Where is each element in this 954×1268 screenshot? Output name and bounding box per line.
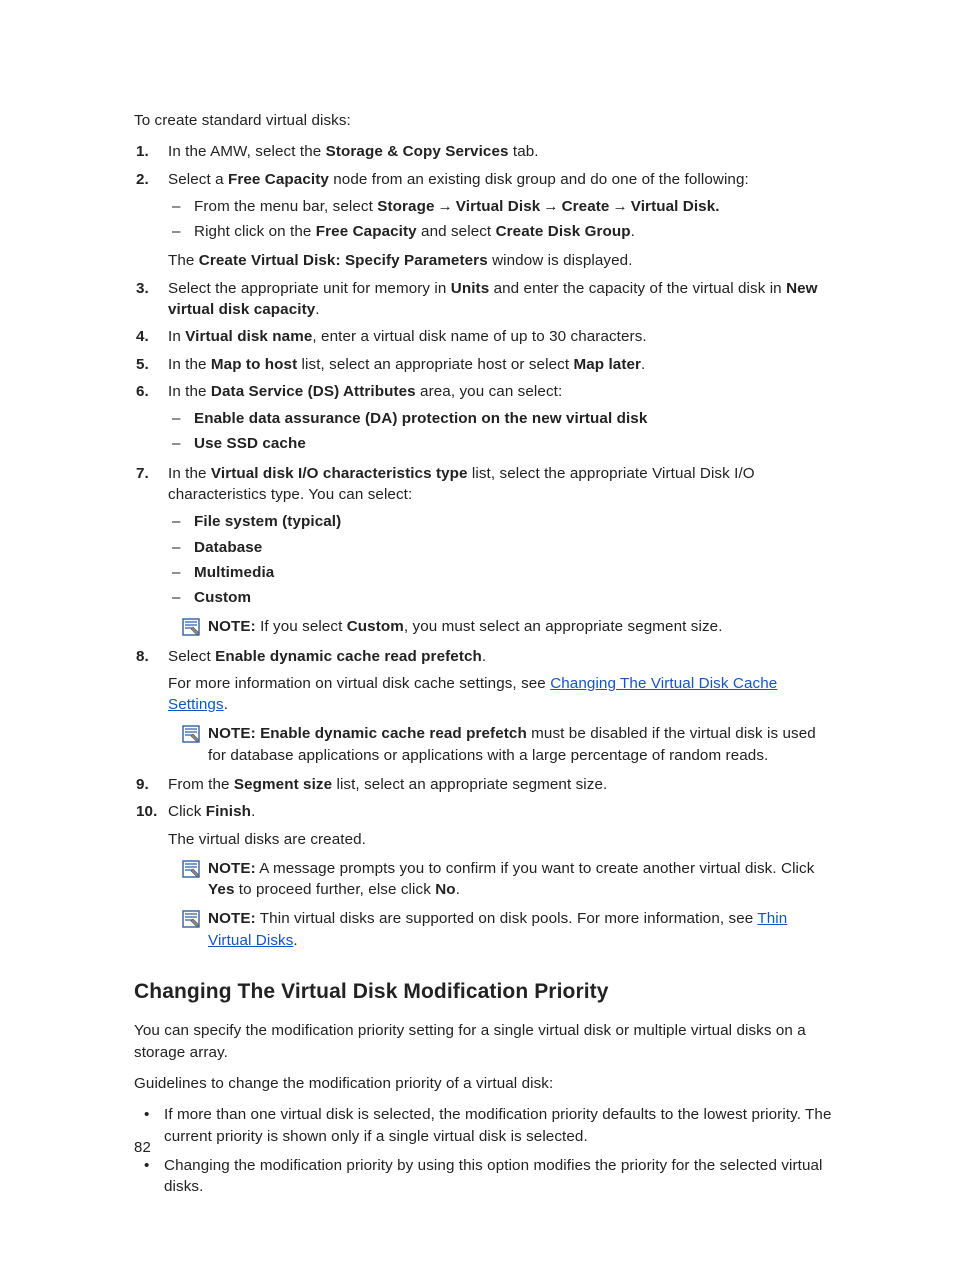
arrow-icon: → (435, 198, 456, 215)
step-2-option-2: Right click on the Free Capacity and sel… (190, 221, 834, 242)
note-block: NOTE: If you select Custom, you must sel… (182, 616, 834, 637)
step-4: In Virtual disk name, enter a virtual di… (164, 326, 834, 347)
step-6-options: Enable data assurance (DA) protection on… (168, 408, 834, 455)
section2-p2: Guidelines to change the modification pr… (134, 1073, 834, 1094)
ordered-steps: In the AMW, select the Storage & Copy Se… (134, 141, 834, 951)
note-block: NOTE: Enable dynamic cache read prefetch… (182, 723, 834, 766)
step-2-options: From the menu bar, select Storage→Virtua… (168, 196, 834, 243)
arrow-icon: → (540, 198, 561, 215)
note-block: NOTE: Thin virtual disks are supported o… (182, 908, 834, 951)
step-8-line2: For more information on virtual disk cac… (168, 673, 834, 716)
note-block: NOTE: A message prompts you to confirm i… (182, 858, 834, 901)
step-10-line2: The virtual disks are created. (168, 829, 834, 850)
page-number: 82 (134, 1137, 151, 1158)
step-6-option-1: Enable data assurance (DA) protection on… (190, 408, 834, 429)
step-10: Click Finish. The virtual disks are crea… (164, 801, 834, 951)
section2-p1: You can specify the modification priorit… (134, 1020, 834, 1063)
section-heading: Changing The Virtual Disk Modification P… (134, 977, 834, 1006)
step-7-options: File system (typical) Database Multimedi… (168, 511, 834, 608)
step-7-option-3: Multimedia (190, 562, 834, 583)
section2-bullets: If more than one virtual disk is selecte… (134, 1104, 834, 1197)
step-7-option-4: Custom (190, 587, 834, 608)
step-2-result: The Create Virtual Disk: Specify Paramet… (168, 250, 834, 271)
step-6-option-2: Use SSD cache (190, 433, 834, 454)
note-icon (182, 725, 200, 743)
step-7-option-1: File system (typical) (190, 511, 834, 532)
step-3: Select the appropriate unit for memory i… (164, 278, 834, 321)
intro-paragraph: To create standard virtual disks: (134, 110, 834, 131)
step-8: Select Enable dynamic cache read prefetc… (164, 646, 834, 766)
arrow-icon: → (609, 198, 630, 215)
step-5: In the Map to host list, select an appro… (164, 354, 834, 375)
note-icon (182, 910, 200, 928)
document-page: To create standard virtual disks: In the… (0, 0, 954, 1268)
step-9: From the Segment size list, select an ap… (164, 774, 834, 795)
step-7: In the Virtual disk I/O characteristics … (164, 463, 834, 638)
note-icon (182, 860, 200, 878)
note-icon (182, 618, 200, 636)
step-2: Select a Free Capacity node from an exis… (164, 169, 834, 272)
section2-bullet-1: If more than one virtual disk is selecte… (164, 1104, 834, 1147)
step-7-option-2: Database (190, 537, 834, 558)
step-1: In the AMW, select the Storage & Copy Se… (164, 141, 834, 162)
section2-bullet-2: Changing the modification priority by us… (164, 1155, 834, 1198)
step-2-option-1: From the menu bar, select Storage→Virtua… (190, 196, 834, 217)
step-6: In the Data Service (DS) Attributes area… (164, 381, 834, 455)
